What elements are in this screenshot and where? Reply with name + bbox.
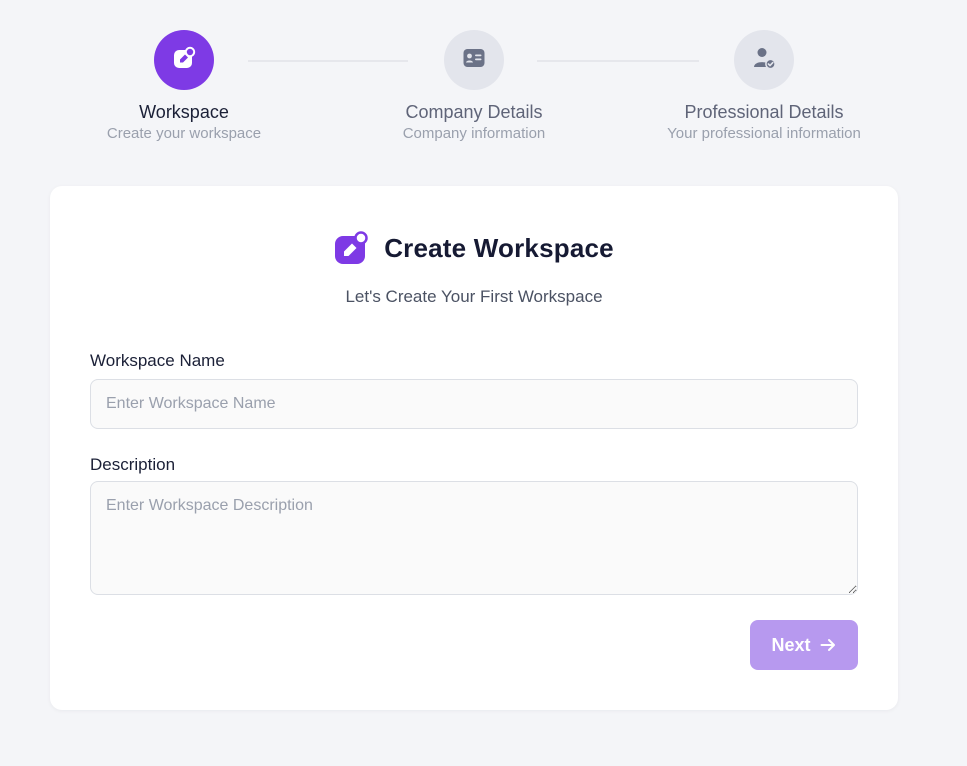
card-title: Create Workspace: [384, 232, 614, 263]
step-circle: [154, 30, 214, 90]
next-button[interactable]: Next: [750, 620, 858, 670]
step-subtitle: Create your workspace: [106, 125, 262, 142]
step-subtitle: Your professional information: [667, 125, 861, 142]
step-title: Workspace: [139, 102, 229, 122]
arrow-right-icon: [819, 636, 837, 654]
card-header: Create Workspace: [50, 230, 898, 266]
step-workspace[interactable]: Workspace Create your workspace: [54, 30, 314, 144]
description-label: Description: [90, 455, 176, 474]
step-title: Company Details: [405, 102, 543, 122]
workspace-icon: [171, 45, 197, 76]
step-circle: [734, 30, 794, 90]
card-subtitle: Let's Create Your First Workspace: [345, 287, 603, 306]
user-check-icon: [751, 45, 777, 76]
workspace-icon: [334, 230, 368, 266]
workspace-form-card: Create Workspace Let's Create Your First…: [50, 186, 898, 710]
step-subtitle: Company information: [402, 125, 546, 142]
stepper: Workspace Create your workspace Company …: [0, 0, 967, 160]
step-title: Professional Details: [684, 102, 844, 122]
step-company-details[interactable]: Company Details Company information: [344, 30, 604, 144]
workspace-name-label: Workspace Name: [90, 351, 225, 370]
description-textarea[interactable]: [90, 481, 858, 595]
id-card-icon: [462, 46, 486, 75]
step-professional-details[interactable]: Professional Details Your professional i…: [634, 30, 894, 144]
next-button-label: Next: [771, 634, 811, 655]
step-circle: [444, 30, 504, 90]
workspace-name-input[interactable]: [90, 379, 858, 429]
